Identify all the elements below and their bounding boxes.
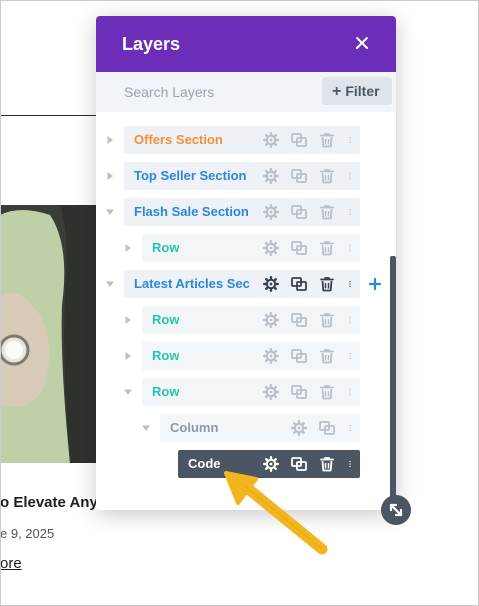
resize-handle[interactable]: [381, 495, 411, 525]
gear-icon[interactable]: [262, 347, 280, 365]
layer-label: Top Seller Section: [134, 168, 247, 183]
trash-icon[interactable]: [318, 239, 336, 257]
layer-module[interactable]: Code: [178, 450, 360, 478]
more-dots-icon[interactable]: [346, 311, 354, 329]
more-dots-icon[interactable]: [346, 347, 354, 365]
layer-label: Latest Articles Sect...: [134, 276, 250, 291]
trash-icon[interactable]: [318, 455, 336, 473]
search-input[interactable]: [124, 82, 304, 102]
more-dots-icon[interactable]: [346, 167, 354, 185]
trash-icon[interactable]: [318, 131, 336, 149]
layer-row[interactable]: Row: [142, 234, 360, 262]
layer-section[interactable]: Top Seller Section: [124, 162, 360, 190]
more-dots-icon[interactable]: [346, 275, 354, 293]
chevron-right-icon[interactable]: [123, 351, 133, 361]
duplicate-icon[interactable]: [318, 419, 336, 437]
gear-icon[interactable]: [262, 239, 280, 257]
layer-actions: [262, 311, 354, 329]
layer-section[interactable]: Flash Sale Section: [124, 198, 360, 226]
trash-icon[interactable]: [318, 275, 336, 293]
chevron-down-icon[interactable]: [105, 279, 115, 289]
gear-icon[interactable]: [262, 275, 280, 293]
layer-actions: [262, 275, 354, 293]
duplicate-icon[interactable]: [290, 275, 308, 293]
trash-icon[interactable]: [318, 167, 336, 185]
gear-icon[interactable]: [262, 383, 280, 401]
layer-label: Flash Sale Section: [134, 204, 249, 219]
gear-icon[interactable]: [262, 131, 280, 149]
layer-label: Row: [152, 240, 180, 255]
more-dots-icon[interactable]: [346, 455, 354, 473]
filter-button[interactable]: + Filter: [322, 77, 392, 105]
article-photo: [0, 205, 100, 463]
duplicate-icon[interactable]: [290, 131, 308, 149]
layer-actions: [262, 131, 354, 149]
layer-section[interactable]: Latest Articles Sect...: [124, 270, 360, 298]
more-dots-icon[interactable]: [346, 239, 354, 257]
gear-icon[interactable]: [262, 455, 280, 473]
duplicate-icon[interactable]: [290, 311, 308, 329]
duplicate-icon[interactable]: [290, 347, 308, 365]
duplicate-icon[interactable]: [290, 167, 308, 185]
layer-row[interactable]: Row: [142, 306, 360, 334]
chevron-right-icon[interactable]: [105, 171, 115, 181]
layer-label: Row: [152, 348, 180, 363]
duplicate-icon[interactable]: [290, 383, 308, 401]
plus-icon: +: [332, 83, 342, 100]
more-dots-icon[interactable]: [346, 203, 354, 221]
layer-actions: [262, 455, 354, 473]
panel-header: Layers: [96, 16, 396, 72]
more-dots-icon[interactable]: [346, 419, 354, 437]
chevron-right-icon[interactable]: [123, 315, 133, 325]
gear-icon[interactable]: [290, 419, 308, 437]
layer-section[interactable]: Offers Section: [124, 126, 360, 154]
article-date: e 9, 2025: [0, 526, 55, 541]
resize-icon: [389, 503, 403, 517]
layer-label: Offers Section: [134, 132, 223, 147]
plus-icon[interactable]: [367, 276, 383, 292]
layer-row[interactable]: Row: [142, 342, 360, 370]
chevron-right-icon[interactable]: [105, 135, 115, 145]
trash-icon[interactable]: [318, 347, 336, 365]
gear-icon[interactable]: [262, 167, 280, 185]
more-dots-icon[interactable]: [346, 383, 354, 401]
more-dots-icon[interactable]: [346, 131, 354, 149]
gear-icon[interactable]: [262, 311, 280, 329]
chevron-down-icon[interactable]: [123, 387, 133, 397]
trash-icon[interactable]: [318, 203, 336, 221]
layer-actions: [262, 239, 354, 257]
trash-icon[interactable]: [318, 383, 336, 401]
panel-title: Layers: [122, 34, 181, 54]
layer-label: Row: [152, 312, 180, 327]
duplicate-icon[interactable]: [290, 203, 308, 221]
layer-label: Column: [170, 420, 219, 435]
layer-actions: [262, 383, 354, 401]
chevron-down-icon[interactable]: [105, 207, 115, 217]
layer-actions: [290, 419, 354, 437]
chevron-right-icon[interactable]: [123, 243, 133, 253]
layer-label: Code: [188, 456, 221, 471]
duplicate-icon[interactable]: [290, 455, 308, 473]
search-bar: +Filter: [96, 72, 396, 112]
layer-actions: [262, 167, 354, 185]
layer-row[interactable]: Row: [142, 378, 360, 406]
duplicate-icon[interactable]: [290, 239, 308, 257]
article-title[interactable]: o Elevate Any: [0, 494, 98, 511]
layer-actions: [262, 347, 354, 365]
gear-icon[interactable]: [262, 203, 280, 221]
close-icon[interactable]: [352, 33, 372, 53]
trash-icon[interactable]: [318, 311, 336, 329]
layer-actions: [262, 203, 354, 221]
layer-column[interactable]: Column: [160, 414, 360, 442]
chevron-down-icon[interactable]: [141, 423, 151, 433]
layer-label: Row: [152, 384, 180, 399]
read-more-link[interactable]: ore: [0, 555, 22, 572]
scrollbar-thumb[interactable]: [390, 256, 396, 510]
